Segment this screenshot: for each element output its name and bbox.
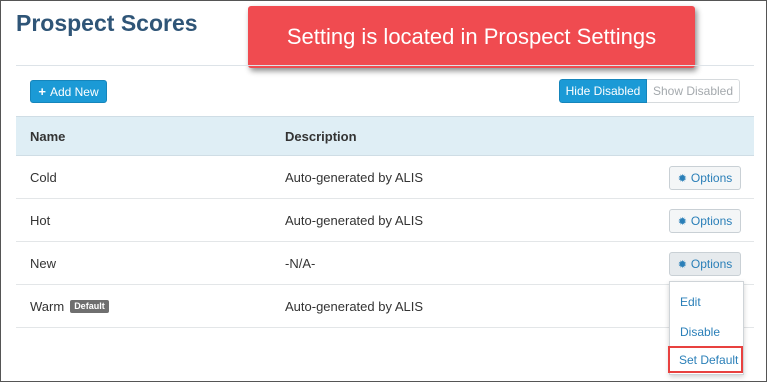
disabled-filter-toggle: Hide Disabled Show Disabled [559, 79, 740, 103]
column-header-description: Description [285, 129, 357, 144]
row-name-cell: Hot [30, 213, 50, 228]
row-name-cell: Cold [30, 170, 57, 185]
table-row: Cold Auto-generated by ALIS ✹ Options [16, 156, 754, 199]
row-name-cell: Warm Default [30, 299, 109, 314]
column-header-name: Name [30, 129, 66, 144]
table-row: Warm Default Auto-generated by ALIS [16, 285, 754, 328]
annotation-callout: Setting is located in Prospect Settings [248, 6, 695, 68]
plus-icon: + [38, 84, 46, 99]
page-title: Prospect Scores [16, 10, 198, 36]
menu-item-set-default[interactable]: Set Default [668, 346, 743, 373]
menu-item-disable[interactable]: Disable [680, 325, 720, 339]
gear-icon: ✹ [677, 215, 687, 228]
default-badge: Default [70, 300, 109, 313]
table-header: Name Description [16, 116, 754, 156]
row-description: Auto-generated by ALIS [285, 213, 424, 228]
row-name: Warm [30, 299, 65, 314]
row-name-cell: New [30, 256, 56, 271]
options-button[interactable]: ✹ Options [669, 166, 741, 190]
add-new-label: Add New [49, 84, 99, 99]
options-button[interactable]: ✹ Options [669, 252, 741, 276]
row-name: Cold [30, 170, 57, 185]
row-description: Auto-generated by ALIS [285, 299, 424, 314]
row-description: -N/A- [285, 256, 316, 271]
callout-text: Setting is located in Prospect Settings [286, 24, 657, 49]
options-label: Options [690, 214, 733, 228]
options-button[interactable]: ✹ Options [669, 209, 741, 233]
gear-icon: ✹ [677, 258, 687, 271]
row-name: New [30, 256, 57, 271]
options-label: Options [690, 171, 733, 185]
table-row: New -N/A- ✹ Options [16, 242, 754, 285]
row-name: Hot [30, 213, 51, 228]
row-description: Auto-generated by ALIS [285, 170, 424, 185]
add-new-button[interactable]: + Add New [30, 80, 107, 103]
menu-item-edit[interactable]: Edit [680, 295, 701, 309]
options-dropdown-menu: Edit Disable Set Default [668, 281, 744, 375]
hide-disabled-button[interactable]: Hide Disabled [559, 79, 647, 103]
options-label: Options [690, 257, 733, 271]
prospect-scores-panel: + Add New Hide Disabled Show Disabled Na… [16, 65, 754, 329]
gear-icon: ✹ [677, 172, 687, 185]
table-row: Hot Auto-generated by ALIS ✹ Options [16, 199, 754, 242]
show-disabled-button[interactable]: Show Disabled [647, 79, 740, 103]
